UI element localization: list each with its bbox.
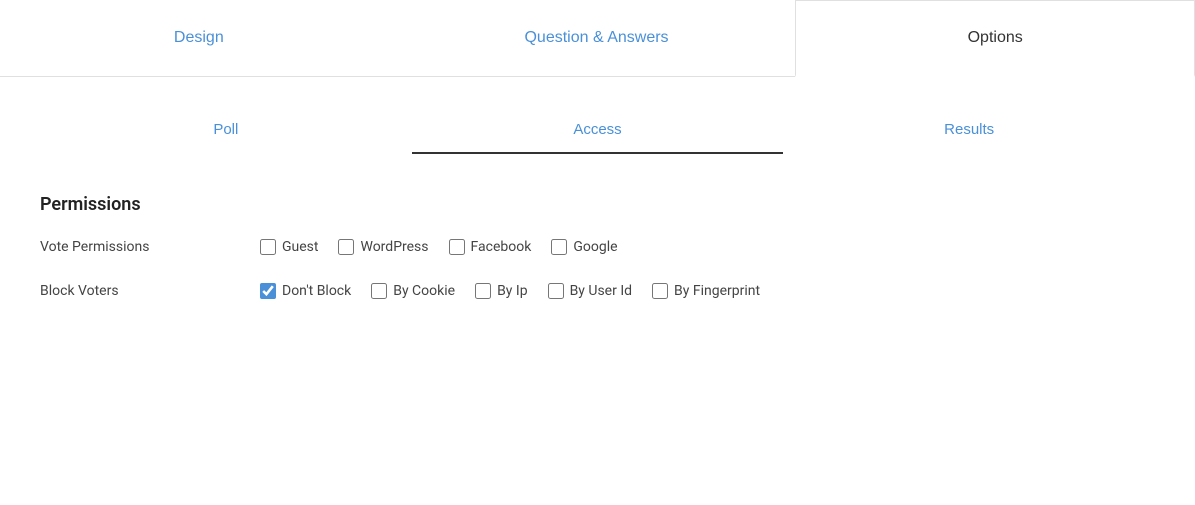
checkbox-by-cookie-label: By Cookie bbox=[393, 283, 455, 299]
tab-question-answers[interactable]: Question & Answers bbox=[398, 0, 796, 76]
sub-tabs: Poll Access Results bbox=[40, 97, 1155, 164]
checkbox-wordpress-input[interactable] bbox=[338, 239, 354, 255]
checkbox-by-cookie-input[interactable] bbox=[371, 283, 387, 299]
checkbox-guest-input[interactable] bbox=[260, 239, 276, 255]
permission-row-vote: Vote Permissions Guest WordPress Faceboo… bbox=[40, 239, 1155, 255]
sub-tab-access[interactable]: Access bbox=[412, 107, 784, 154]
top-tabs: Design Question & Answers Options bbox=[0, 0, 1195, 77]
checkbox-wordpress[interactable]: WordPress bbox=[338, 239, 428, 255]
checkbox-dont-block-input[interactable] bbox=[260, 283, 276, 299]
checkbox-by-cookie[interactable]: By Cookie bbox=[371, 283, 455, 299]
checkbox-guest-label: Guest bbox=[282, 239, 318, 255]
checkbox-by-fingerprint-input[interactable] bbox=[652, 283, 668, 299]
vote-permissions-label: Vote Permissions bbox=[40, 239, 260, 255]
main-container: Design Question & Answers Options Poll A… bbox=[0, 0, 1195, 505]
checkbox-wordpress-label: WordPress bbox=[360, 239, 428, 255]
checkbox-dont-block-label: Don't Block bbox=[282, 283, 351, 299]
sub-tab-poll[interactable]: Poll bbox=[40, 107, 412, 154]
checkbox-by-fingerprint[interactable]: By Fingerprint bbox=[652, 283, 760, 299]
checkbox-by-ip-label: By Ip bbox=[497, 283, 528, 299]
section-title: Permissions bbox=[40, 194, 1155, 215]
tab-options[interactable]: Options bbox=[795, 0, 1195, 77]
checkbox-google-input[interactable] bbox=[551, 239, 567, 255]
tab-design[interactable]: Design bbox=[0, 0, 398, 76]
checkbox-by-user-id-label: By User Id bbox=[570, 283, 632, 299]
checkbox-google[interactable]: Google bbox=[551, 239, 617, 255]
checkbox-by-ip-input[interactable] bbox=[475, 283, 491, 299]
vote-permissions-group: Guest WordPress Facebook Google bbox=[260, 239, 618, 255]
checkbox-facebook-label: Facebook bbox=[471, 239, 532, 255]
checkbox-by-user-id-input[interactable] bbox=[548, 283, 564, 299]
block-voters-label: Block Voters bbox=[40, 283, 260, 299]
content-area: Permissions Vote Permissions Guest WordP… bbox=[0, 174, 1195, 347]
checkbox-facebook-input[interactable] bbox=[449, 239, 465, 255]
block-voters-group: Don't Block By Cookie By Ip By User Id B… bbox=[260, 283, 760, 299]
checkbox-guest[interactable]: Guest bbox=[260, 239, 318, 255]
sub-tab-results[interactable]: Results bbox=[783, 107, 1155, 154]
checkbox-dont-block[interactable]: Don't Block bbox=[260, 283, 351, 299]
permission-row-block: Block Voters Don't Block By Cookie By Ip… bbox=[40, 283, 1155, 299]
checkbox-google-label: Google bbox=[573, 239, 617, 255]
checkbox-by-user-id[interactable]: By User Id bbox=[548, 283, 632, 299]
checkbox-by-ip[interactable]: By Ip bbox=[475, 283, 528, 299]
checkbox-facebook[interactable]: Facebook bbox=[449, 239, 532, 255]
checkbox-by-fingerprint-label: By Fingerprint bbox=[674, 283, 760, 299]
